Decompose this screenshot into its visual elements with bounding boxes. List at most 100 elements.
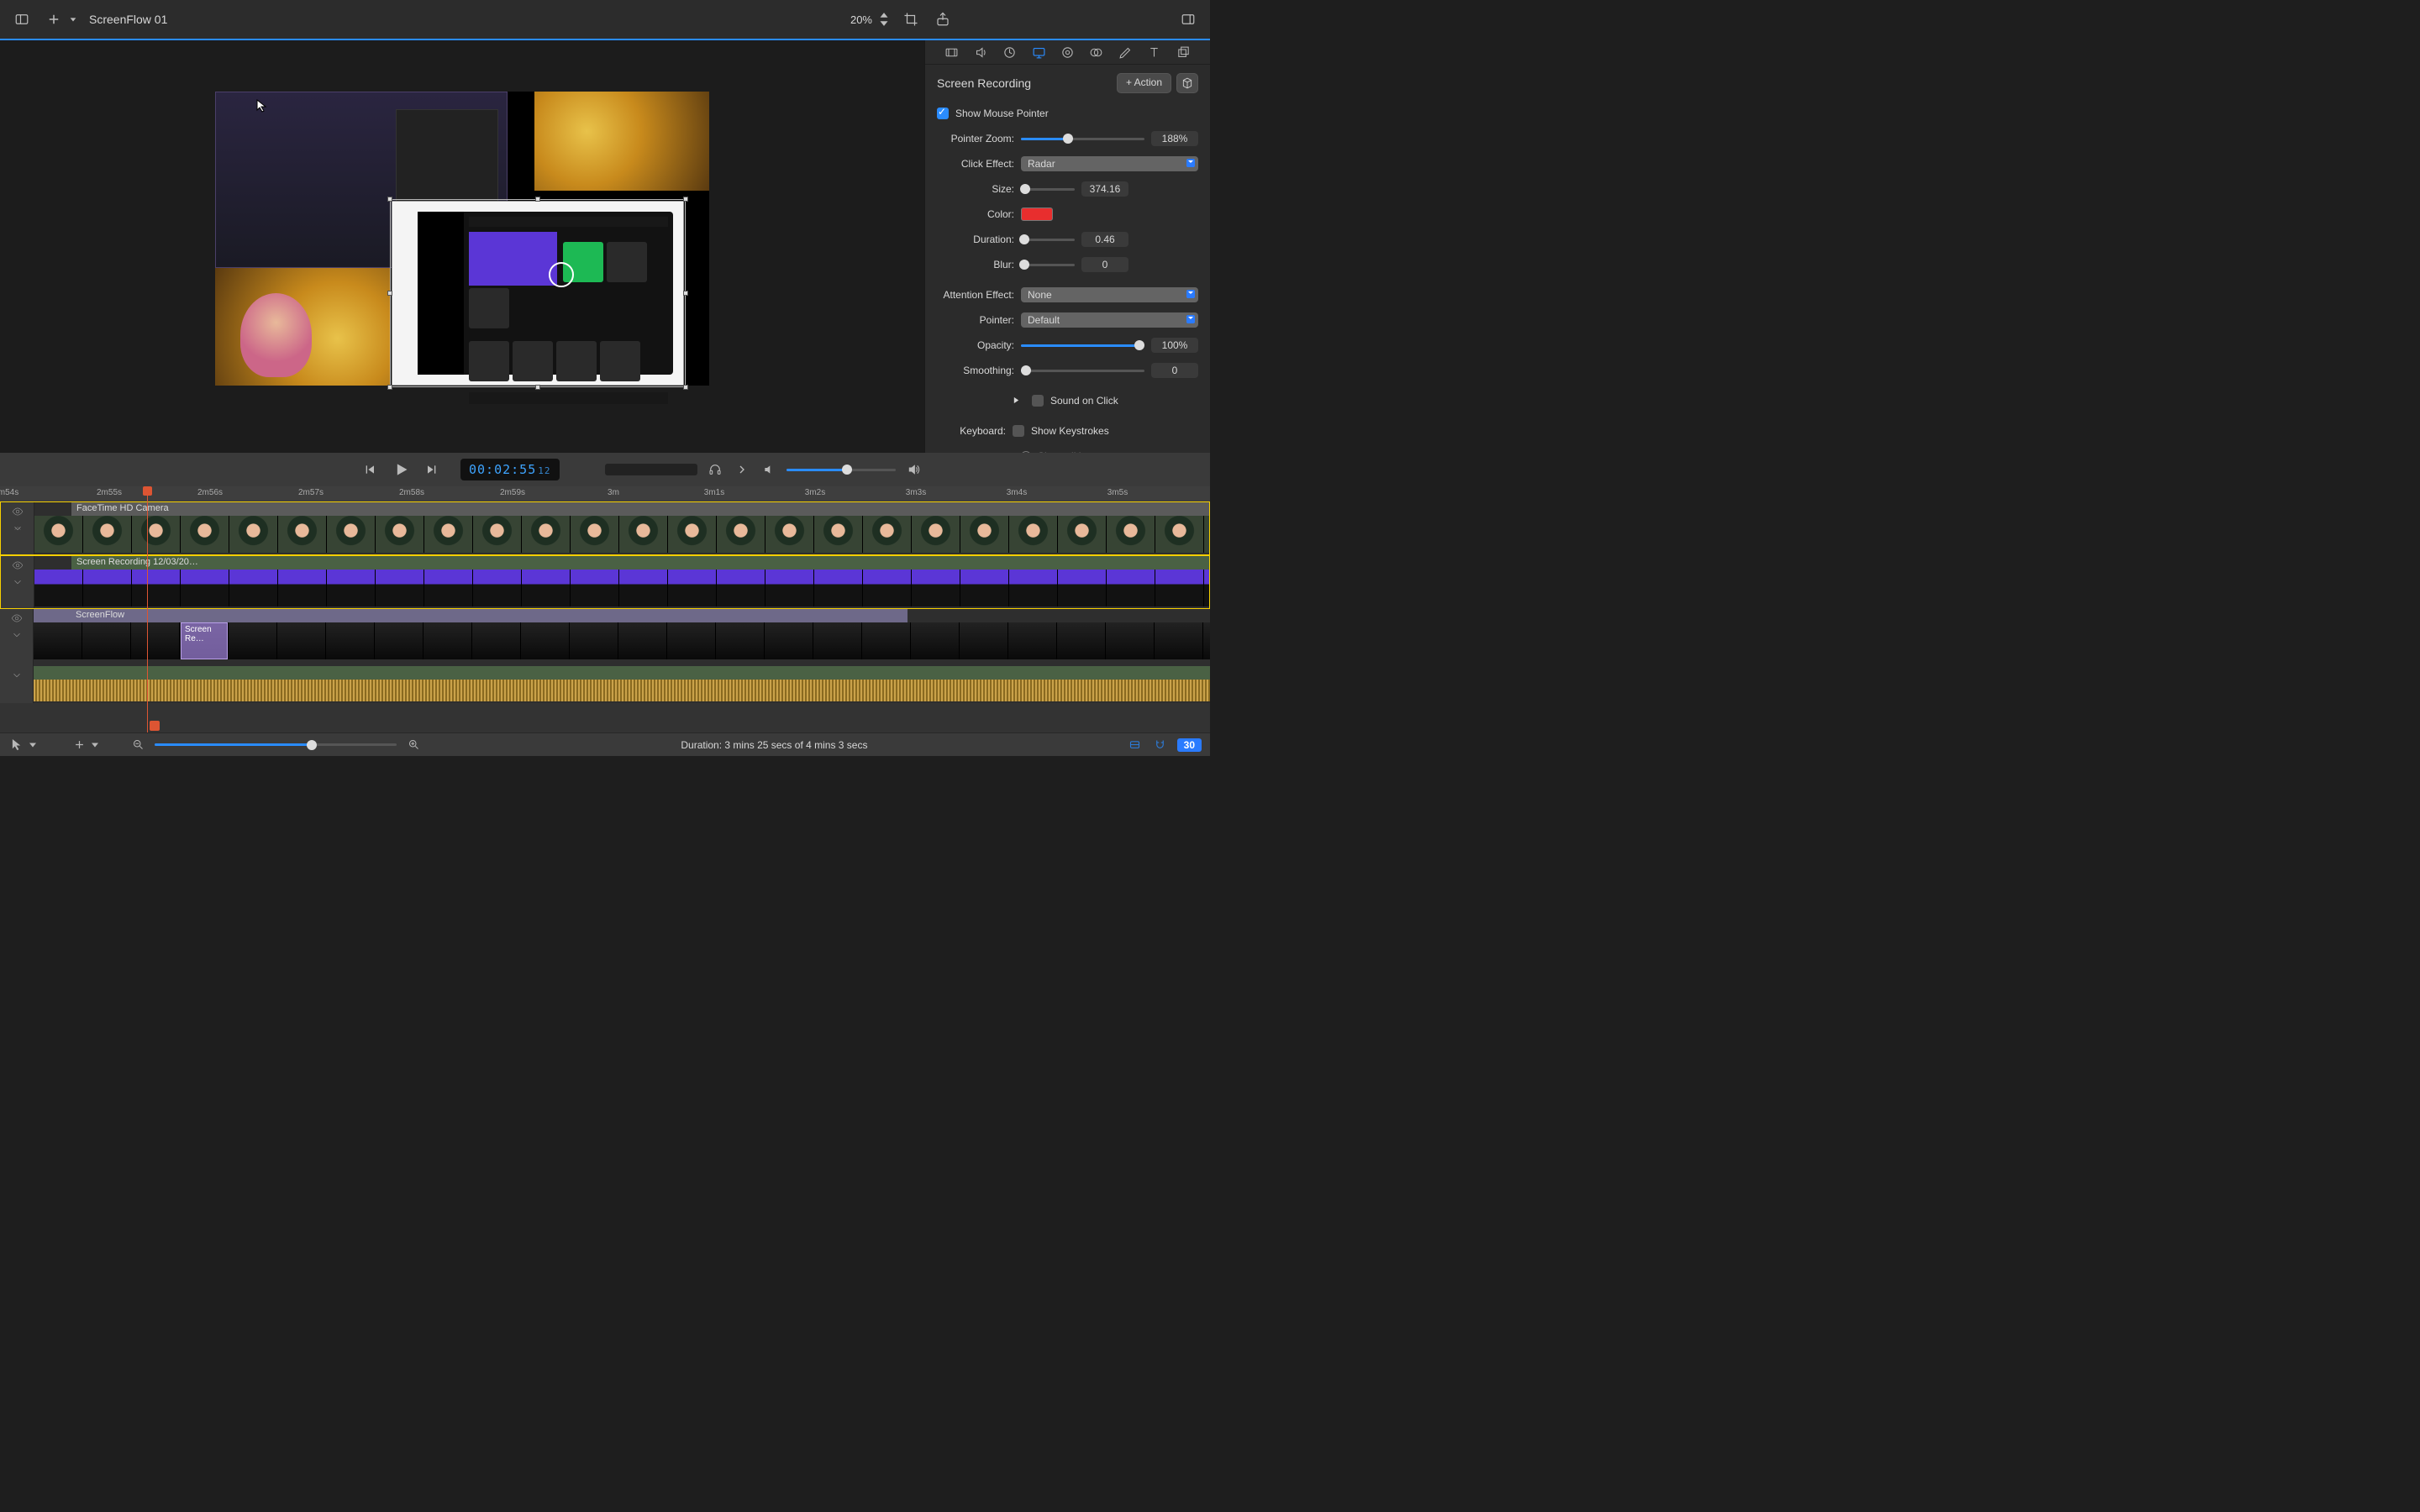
- library-toggle-button[interactable]: [12, 9, 32, 29]
- blur-value[interactable]: 0: [1081, 257, 1128, 272]
- add-media-menu-button[interactable]: [69, 9, 77, 29]
- chevron-right-icon[interactable]: [733, 460, 751, 479]
- opacity-label: Opacity:: [937, 339, 1014, 351]
- canvas-stage[interactable]: [215, 92, 709, 386]
- jog-scrubber[interactable]: [605, 464, 697, 475]
- tab-media-library[interactable]: [1171, 40, 1195, 64]
- blur-slider[interactable]: [1021, 258, 1075, 271]
- visibility-icon[interactable]: [12, 506, 24, 517]
- timecode-display[interactable]: 00:02:5512: [460, 459, 560, 480]
- in-point-marker[interactable]: [150, 721, 160, 731]
- volume-mute-icon[interactable]: [760, 460, 778, 479]
- lock-icon[interactable]: [12, 522, 24, 534]
- duration-slider[interactable]: [1021, 233, 1075, 246]
- inspector-toggle-button[interactable]: [1178, 9, 1198, 29]
- audio-waveform: [34, 680, 1210, 701]
- attention-effect-select[interactable]: None: [1021, 287, 1198, 302]
- canvas-zoom-stepper[interactable]: [879, 9, 889, 29]
- blur-label: Blur:: [937, 259, 1014, 270]
- tab-annotations[interactable]: [1113, 40, 1137, 64]
- attention-effect-row: Attention Effect: None: [937, 283, 1198, 307]
- track-gutter: [0, 666, 34, 703]
- canvas-clip-leaves-top[interactable]: [534, 92, 709, 191]
- pointer-zoom-row: Pointer Zoom: 188%: [937, 127, 1198, 150]
- add-media-button[interactable]: [44, 9, 64, 29]
- ruler-tick: 3m2s: [805, 488, 825, 497]
- click-effect-select[interactable]: Radar: [1021, 156, 1198, 171]
- add-track-menu[interactable]: [91, 737, 99, 753]
- color-row: Color:: [937, 202, 1198, 226]
- add-action-button[interactable]: + Action: [1117, 73, 1171, 93]
- zoom-out-button[interactable]: [129, 737, 146, 753]
- tab-audio[interactable]: [969, 40, 992, 64]
- tab-callout[interactable]: [1055, 40, 1079, 64]
- keyboard-row: Keyboard: Show Keystrokes: [937, 419, 1198, 443]
- color-swatch[interactable]: [1021, 207, 1053, 221]
- pointer-style-select[interactable]: Default: [1021, 312, 1198, 328]
- track-facetime[interactable]: FaceTime HD Camera: [0, 501, 1210, 555]
- size-value[interactable]: 374.16: [1081, 181, 1128, 197]
- prev-frame-button[interactable]: [361, 460, 380, 479]
- track-screenflow[interactable]: ScreenFlow Screen Re…: [0, 609, 1210, 666]
- volume-slider[interactable]: [786, 463, 896, 476]
- tab-text[interactable]: [1143, 40, 1166, 64]
- show-mouse-pointer-checkbox[interactable]: [937, 108, 949, 119]
- duration-text: Duration: 3 mins 25 secs of 4 mins 3 sec…: [681, 739, 867, 751]
- size-label: Size:: [937, 183, 1014, 195]
- track-screenrecording[interactable]: Screen Recording 12/03/20…: [0, 555, 1210, 609]
- add-track-button[interactable]: [71, 737, 87, 753]
- sound-on-click-checkbox[interactable]: [1032, 395, 1044, 407]
- pointer-zoom-slider[interactable]: [1021, 132, 1144, 145]
- canvas-zoom-value[interactable]: 20%: [850, 13, 872, 26]
- tab-touch-callout[interactable]: [1085, 40, 1108, 64]
- canvas-area[interactable]: [0, 40, 924, 453]
- magnet-button[interactable]: [1152, 737, 1169, 753]
- lock-icon[interactable]: [12, 576, 24, 588]
- selected-clip[interactable]: Screen Re…: [181, 622, 228, 659]
- play-button[interactable]: [392, 460, 410, 479]
- canvas-clip-facetime[interactable]: [215, 268, 390, 386]
- ruler-tick: 3m5s: [1107, 488, 1128, 497]
- click-effect-label: Click Effect:: [937, 158, 1014, 170]
- smoothing-value[interactable]: 0: [1151, 363, 1198, 378]
- smoothing-label: Smoothing:: [937, 365, 1014, 376]
- duration-value[interactable]: 0.46: [1081, 232, 1128, 247]
- volume-max-icon[interactable]: [904, 460, 923, 479]
- share-button[interactable]: [933, 9, 953, 29]
- visibility-icon[interactable]: [11, 612, 23, 624]
- zoom-in-button[interactable]: [405, 737, 422, 753]
- keyboard-label: Keyboard:: [937, 425, 1006, 437]
- pointer-zoom-value[interactable]: 188%: [1151, 131, 1198, 146]
- headphones-icon[interactable]: [706, 460, 724, 479]
- tab-video-motion[interactable]: [998, 40, 1022, 64]
- timeline-zoom-slider[interactable]: [155, 738, 397, 752]
- opacity-value[interactable]: 100%: [1151, 338, 1198, 353]
- bottom-toolbar: Duration: 3 mins 25 secs of 4 mins 3 sec…: [0, 732, 1210, 756]
- collapse-icon[interactable]: [11, 669, 23, 681]
- tab-video[interactable]: [940, 40, 964, 64]
- canvas-clip-screenrecording[interactable]: [392, 201, 684, 386]
- show-keystrokes-checkbox[interactable]: [1013, 425, 1024, 437]
- show-mouse-pointer-label: Show Mouse Pointer: [955, 108, 1049, 119]
- show-all-keys-row: Show all keys: [937, 444, 1198, 453]
- tab-screen-recording[interactable]: [1027, 40, 1050, 64]
- visibility-icon[interactable]: [12, 559, 24, 571]
- ruler-tick: 3m1s: [704, 488, 724, 497]
- size-slider[interactable]: [1021, 182, 1075, 196]
- lock-icon[interactable]: [11, 629, 23, 641]
- smoothing-slider[interactable]: [1021, 364, 1144, 377]
- snapping-button[interactable]: [1127, 737, 1144, 753]
- panel-header: Screen Recording + Action: [925, 65, 1210, 98]
- time-ruler[interactable]: m54s2m55s2m56s2m57s2m58s2m59s3m3m1s3m2s3…: [0, 486, 1210, 501]
- framerate-pill[interactable]: 30: [1177, 738, 1202, 752]
- ruler-tick: m54s: [0, 488, 18, 497]
- crop-button[interactable]: [901, 9, 921, 29]
- opacity-slider[interactable]: [1021, 339, 1144, 352]
- action-presets-button[interactable]: [1176, 73, 1198, 93]
- sound-on-click-disclosure[interactable]: [1013, 395, 1020, 407]
- pointer-tool-menu[interactable]: [29, 737, 37, 753]
- panel-title: Screen Recording: [937, 76, 1031, 90]
- pointer-tool-button[interactable]: [8, 737, 25, 753]
- next-frame-button[interactable]: [422, 460, 440, 479]
- track-audio[interactable]: [0, 666, 1210, 703]
